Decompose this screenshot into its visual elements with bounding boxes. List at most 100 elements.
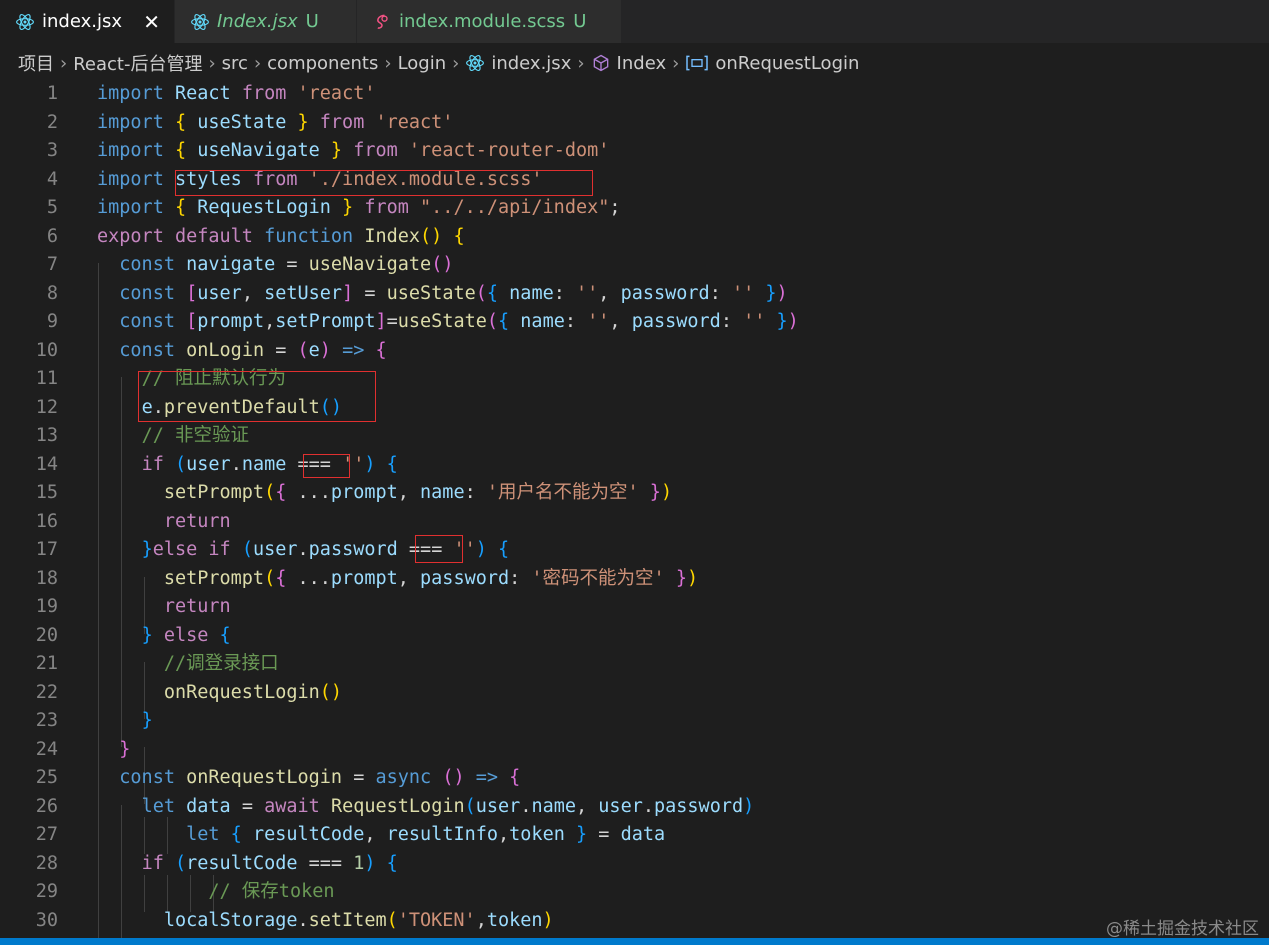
breadcrumb-item[interactable]: React-后台管理 xyxy=(73,50,202,76)
code-line[interactable]: 6 export default function Index() { xyxy=(0,223,1269,252)
breadcrumb-item[interactable]: Login xyxy=(398,53,447,74)
breadcrumb-item[interactable]: 项目 xyxy=(18,50,54,76)
code-token: , xyxy=(264,311,276,332)
code-token: prompt xyxy=(330,482,398,503)
code-line[interactable]: 20 } else { xyxy=(0,622,1269,651)
code-line[interactable]: 17 }else if (user.password === '') { xyxy=(0,536,1269,565)
line-number: 1 xyxy=(46,83,58,104)
code-token: prompt xyxy=(197,311,265,332)
code-token: user xyxy=(252,539,298,560)
code-token: { xyxy=(386,453,398,475)
tab-index-jsx[interactable]: index.jsx ✕ xyxy=(0,0,175,43)
watermark: @稀土掘金技术社区 xyxy=(1106,919,1259,939)
code-token: ) xyxy=(686,567,699,589)
code-token: , xyxy=(609,311,632,332)
code-line[interactable]: 5 import { RequestLogin } from "../../api… xyxy=(0,194,1269,223)
code-token: password xyxy=(620,282,710,304)
code-token: ( xyxy=(464,795,476,817)
code-line[interactable]: 22 onRequestLogin() xyxy=(0,679,1269,708)
code-line[interactable]: 1 import React from 'react' xyxy=(0,80,1269,109)
code-line[interactable]: 10 const onLogin = (e) => { xyxy=(0,337,1269,366)
code-line[interactable]: 3 import { useNavigate } from 'react-rout… xyxy=(0,137,1269,166)
code-token: => xyxy=(342,339,365,361)
code-token: . xyxy=(297,539,309,560)
code-text: return xyxy=(97,593,231,622)
chevron-right-icon: › xyxy=(60,52,68,74)
line-number: 9 xyxy=(46,311,58,332)
code-line[interactable]: 18 setPrompt({ ...prompt, password: '密码不… xyxy=(0,565,1269,594)
code-token: import xyxy=(97,83,164,104)
line-number: 4 xyxy=(46,168,58,190)
code-token: { xyxy=(386,852,398,874)
code-line[interactable]: 24 } xyxy=(0,736,1269,765)
code-token: ... xyxy=(286,567,331,589)
code-text: } xyxy=(97,707,153,736)
code-token: import xyxy=(97,111,164,133)
code-line[interactable]: 30 localStorage.setItem('TOKEN',token) xyxy=(0,907,1269,936)
tab-index-module-scss[interactable]: index.module.scss U xyxy=(357,0,622,43)
code-line[interactable]: 13 // 非空验证 xyxy=(0,422,1269,451)
breadcrumb-item[interactable]: components xyxy=(267,53,378,74)
code-token: setPrompt xyxy=(163,482,265,503)
code-token: useNavigate xyxy=(197,140,320,161)
breadcrumb-item[interactable]: onRequestLogin xyxy=(715,53,859,74)
code-token: = xyxy=(342,767,376,788)
code-editor[interactable]: 1 import React from 'react' 2 import { useS… xyxy=(0,80,1269,940)
code-text: export default function Index() { xyxy=(97,223,465,252)
code-line[interactable]: 21 //调登录接口 xyxy=(0,650,1269,679)
code-token: = xyxy=(264,339,298,361)
code-line[interactable]: 7 const navigate = useNavigate() xyxy=(0,251,1269,280)
code-line[interactable]: 23 } xyxy=(0,707,1269,736)
code-text: import { RequestLogin } from "../../api/… xyxy=(97,194,621,223)
code-line[interactable]: 8 const [user, setUser] = useState({ nam… xyxy=(0,280,1269,309)
code-line[interactable]: 15 setPrompt({ ...prompt, name: '用户名不能为空… xyxy=(0,479,1269,508)
tab-Index-jsx[interactable]: Index.jsx U xyxy=(175,0,357,43)
code-line[interactable]: 29 // 保存token xyxy=(0,878,1269,907)
code-line[interactable]: 25 const onRequestLogin = async () => { xyxy=(0,764,1269,793)
breadcrumb-item[interactable]: src xyxy=(222,53,248,74)
code-line[interactable]: 9 const [prompt,setPrompt]=useState({ na… xyxy=(0,308,1269,337)
code-text: onRequestLogin() xyxy=(97,679,342,708)
code-token: [ xyxy=(186,282,198,304)
line-number: 21 xyxy=(35,653,58,674)
code-line[interactable]: 14 if (user.name === '') { xyxy=(0,451,1269,480)
code-token: const xyxy=(119,767,175,788)
breadcrumb-item[interactable]: index.jsx xyxy=(491,53,571,74)
code-line[interactable]: 2 import { useState } from 'react' xyxy=(0,109,1269,138)
code-token: } xyxy=(342,197,354,218)
code-token: RequestLogin xyxy=(330,795,465,817)
code-token: onLogin xyxy=(186,339,265,361)
code-line[interactable]: 16 return xyxy=(0,508,1269,537)
code-line[interactable]: 28 if (resultCode === 1) { xyxy=(0,850,1269,879)
code-token: ( xyxy=(174,453,187,475)
code-line[interactable]: 26 let data = await RequestLogin(user.na… xyxy=(0,793,1269,822)
close-icon[interactable]: ✕ xyxy=(143,10,160,34)
code-line[interactable]: 27 let { resultCode, resultInfo,token } … xyxy=(0,821,1269,850)
code-token: } xyxy=(576,824,588,845)
breadcrumb-item[interactable]: Index xyxy=(617,53,667,74)
code-token: password xyxy=(420,567,510,589)
line-number: 28 xyxy=(35,852,58,874)
code-line[interactable]: 19 return xyxy=(0,593,1269,622)
